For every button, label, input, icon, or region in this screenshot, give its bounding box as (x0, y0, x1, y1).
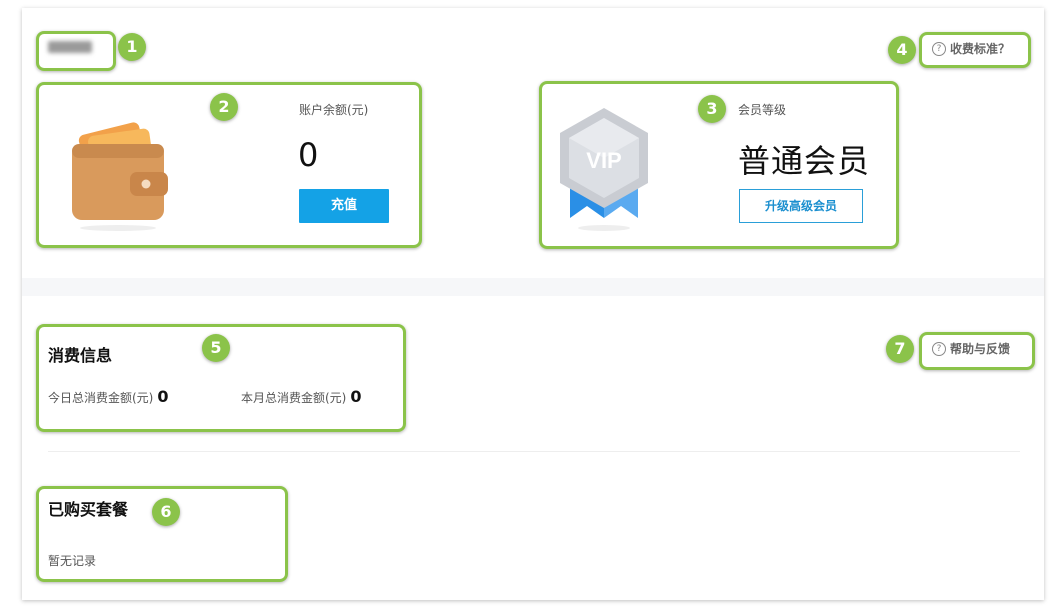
highlight-box-username (36, 31, 116, 71)
marker-3: 3 (698, 95, 726, 123)
marker-7: 7 (886, 335, 914, 363)
highlight-box-pricing (919, 32, 1031, 68)
marker-1: 1 (118, 33, 146, 61)
section-separator (22, 278, 1044, 296)
account-page: ? 收费标准？ 账户余额(元) 0 充值 VIP 会员等级 普通会员 升级高级会… (22, 8, 1044, 600)
highlight-box-help (919, 332, 1035, 370)
marker-6: 6 (152, 498, 180, 526)
marker-2: 2 (210, 93, 238, 121)
divider (48, 451, 1020, 452)
marker-5: 5 (202, 334, 230, 362)
marker-4: 4 (888, 36, 916, 64)
